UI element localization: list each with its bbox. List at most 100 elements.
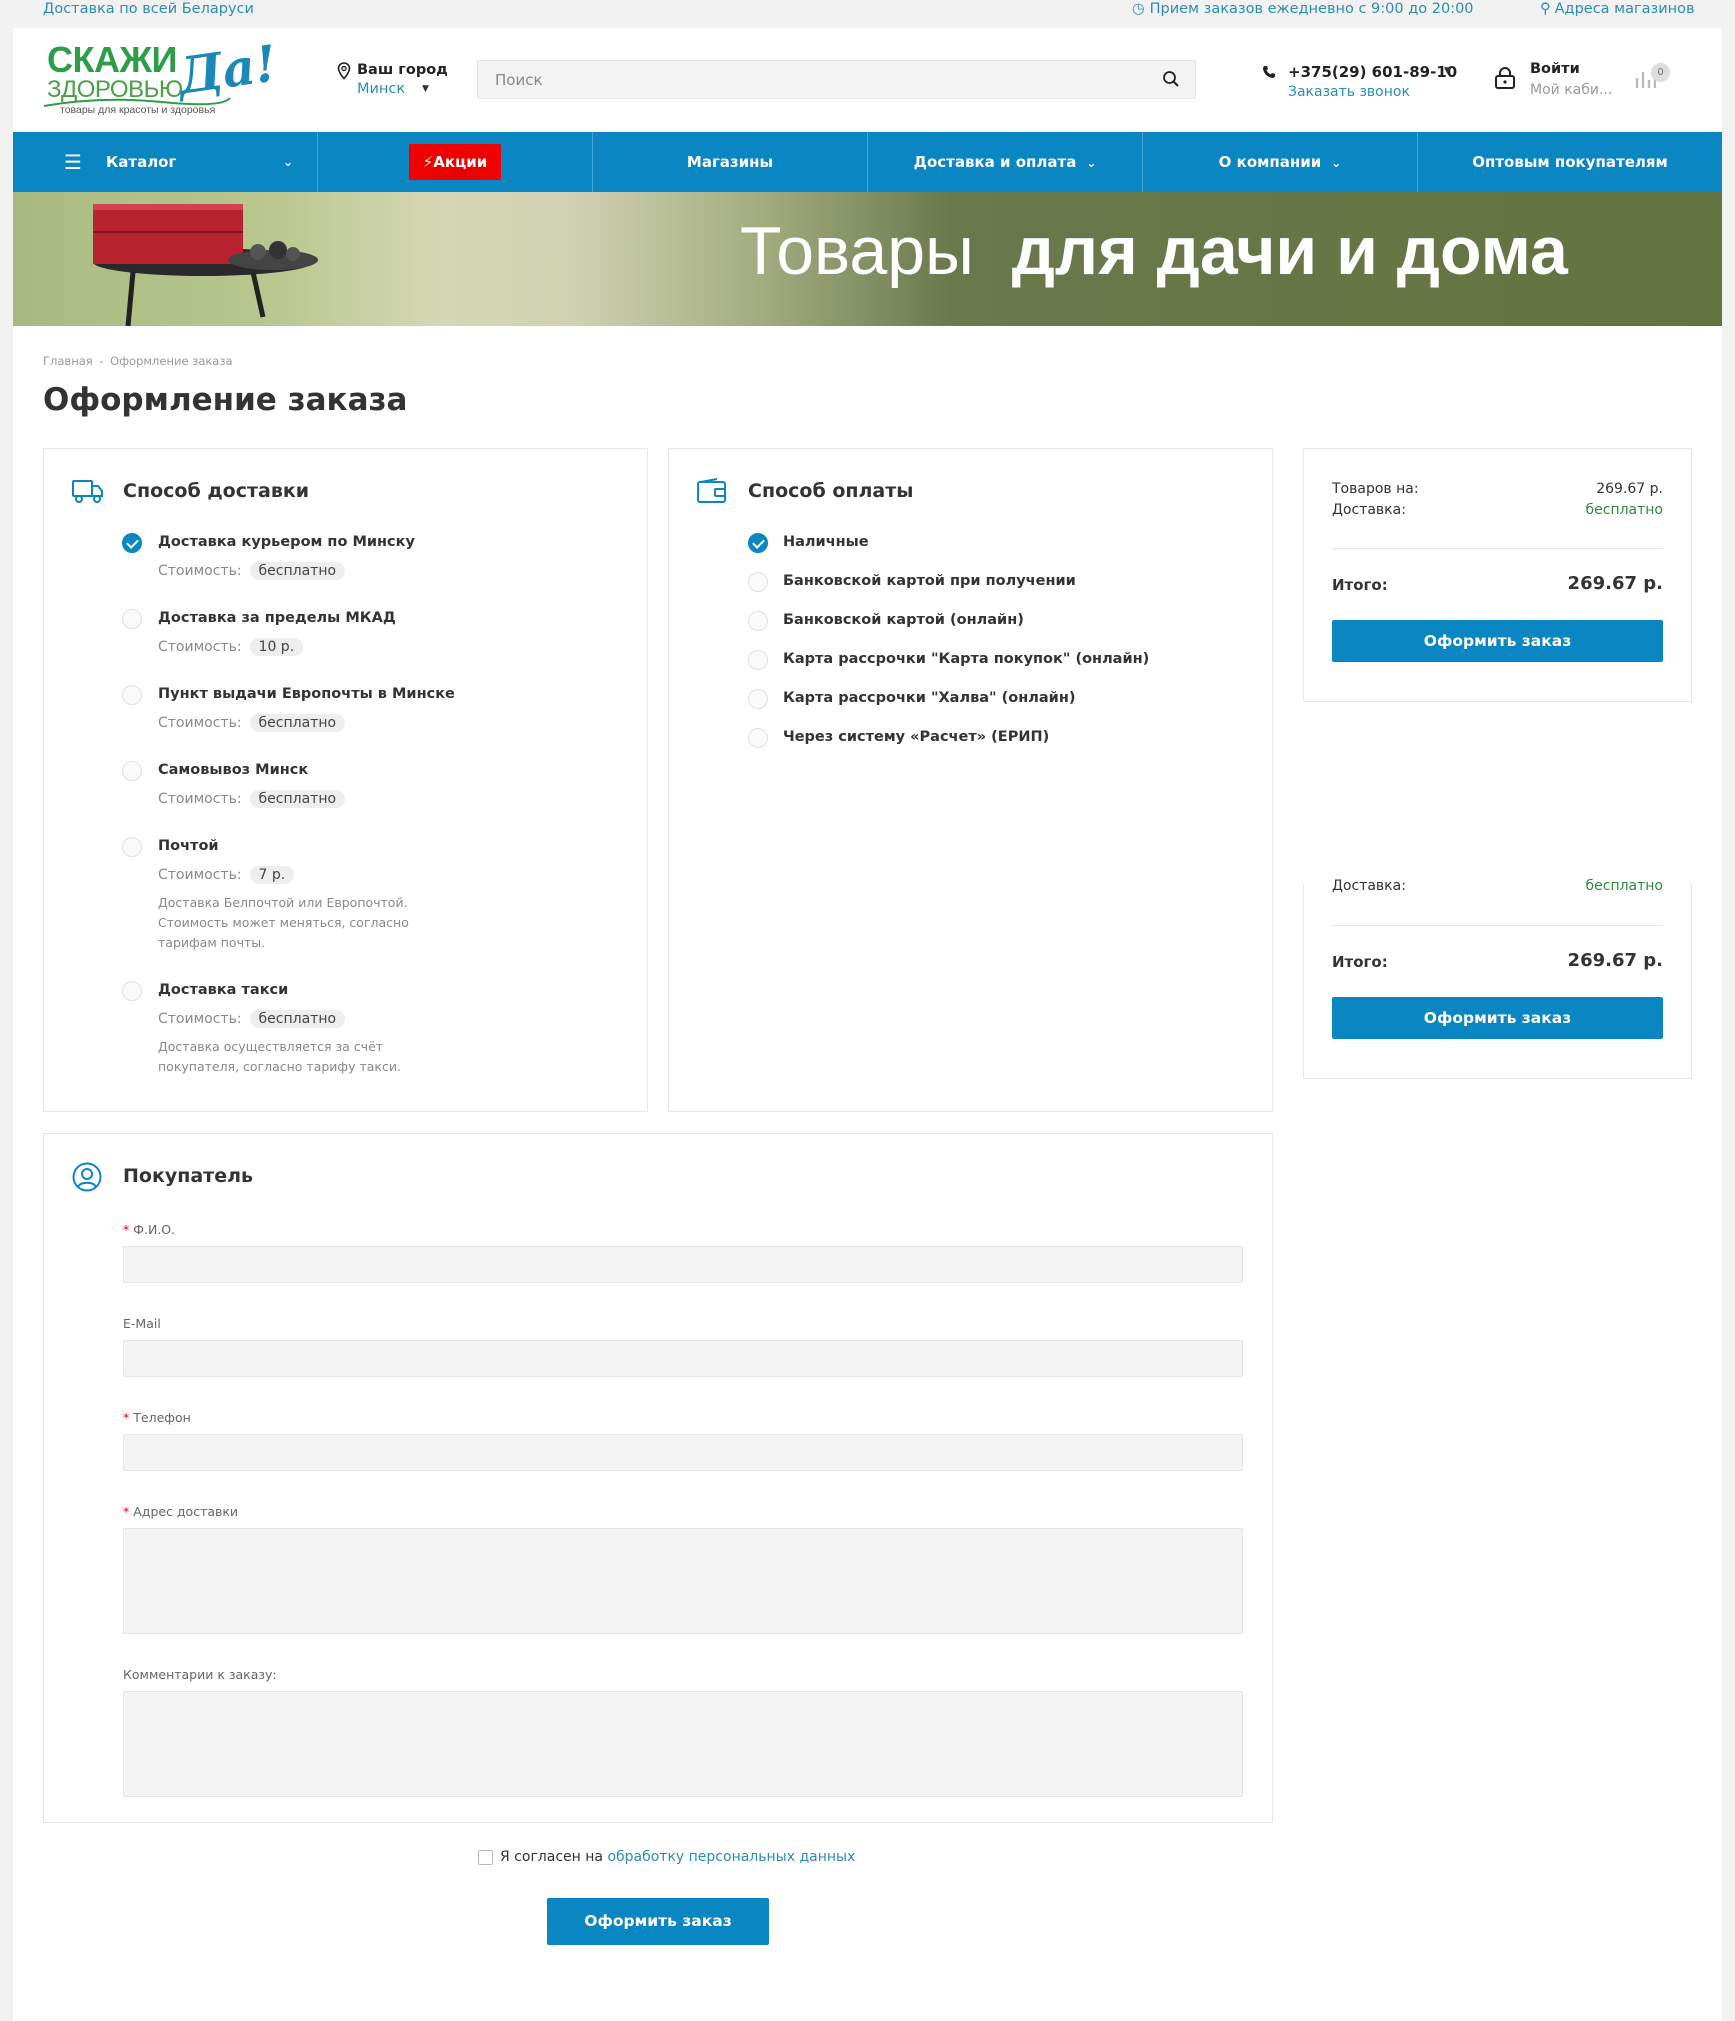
delivery-cost-badge: бесплатно xyxy=(249,714,346,732)
phone-field[interactable] xyxy=(123,1434,1243,1471)
delivery-cost-badge: бесплатно xyxy=(249,562,346,580)
delivery-radio[interactable] xyxy=(122,685,142,705)
location-pin-icon: ⚲ xyxy=(1540,1,1551,17)
location-pin-icon xyxy=(337,62,351,80)
submit-order-button[interactable]: Оформить заказ xyxy=(1332,620,1663,662)
payment-option-name[interactable]: Через систему «Расчет» (ЕРИП) xyxy=(783,729,1049,745)
payment-radio[interactable] xyxy=(748,572,768,592)
payment-title: Способ оплаты xyxy=(748,480,914,502)
email-field[interactable] xyxy=(123,1340,1243,1377)
order-summary-sticky-card xyxy=(1303,884,1692,1079)
payment-radio[interactable] xyxy=(748,728,768,748)
delivery-cost: Стоимость: бесплатно xyxy=(158,790,346,808)
payment-option-name[interactable]: Карта рассрочки "Карта покупок" (онлайн) xyxy=(783,651,1149,667)
total-value: 269.67 р. xyxy=(1567,950,1663,971)
menu-icon: ☰ xyxy=(64,150,82,174)
payment-radio[interactable] xyxy=(748,650,768,670)
stores-link[interactable]: ⚲ Адреса магазинов xyxy=(1540,1,1695,17)
fio-field[interactable] xyxy=(123,1246,1243,1283)
total-value: 269.67 р. xyxy=(1567,573,1663,594)
chevron-down-icon: ⌄ xyxy=(1331,156,1342,170)
breadcrumb: Главная - Оформление заказа xyxy=(43,354,233,368)
lock-icon[interactable] xyxy=(1494,67,1516,89)
delivery-cost: Стоимость: 10 р. xyxy=(158,638,304,656)
nav-wholesale[interactable]: Оптовым покупателям xyxy=(1418,132,1722,192)
hours-info: ◷ Прием заказов ежедневно с 9:00 до 20:00 xyxy=(1132,1,1474,17)
delivery-cost-value: бесплатно xyxy=(1585,502,1664,518)
fio-label: * Ф.И.О. xyxy=(123,1222,176,1237)
privacy-link[interactable]: обработку персональных данных xyxy=(607,1849,855,1865)
delivery-option-name[interactable]: Доставка такси xyxy=(158,982,288,998)
delivery-cost-badge: бесплатно xyxy=(249,790,346,808)
delivery-cost: Стоимость: бесплатно xyxy=(158,714,346,732)
breadcrumb-separator: - xyxy=(99,354,104,368)
nav-delivery[interactable]: Доставка и оплата ⌄ xyxy=(868,132,1143,192)
search-icon[interactable] xyxy=(1162,70,1180,88)
delivery-radio[interactable] xyxy=(122,609,142,629)
caret-down-icon: ▼ xyxy=(422,84,429,94)
address-field[interactable] xyxy=(123,1528,1243,1634)
total-label: Итого: xyxy=(1332,953,1388,971)
delivery-note: Доставка Белпочтой или Европочтой. Стоим… xyxy=(158,895,409,950)
breadcrumb-current: Оформление заказа xyxy=(110,354,233,368)
delivery-note: Доставка осуществляется за счёт покупате… xyxy=(158,1039,401,1074)
banner-title: Товары для дачи и дома xyxy=(740,213,1568,289)
main-nav: ☰ Каталог ⌄ ⚡Акции Магазины Доставка и о… xyxy=(13,132,1722,192)
delivery-cost-badge: 7 р. xyxy=(249,866,295,884)
breadcrumb-home[interactable]: Главная xyxy=(43,354,93,368)
chevron-down-icon: ⌄ xyxy=(1086,156,1097,170)
search-input[interactable] xyxy=(477,60,1196,99)
page-title: Оформление заказа xyxy=(43,382,408,418)
truck-icon xyxy=(72,480,103,503)
phone-number[interactable]: +375(29) 601-89-10 xyxy=(1288,63,1457,81)
payment-option-name[interactable]: Банковской картой при получении xyxy=(783,573,1076,589)
nav-about[interactable]: О компании ⌄ xyxy=(1143,132,1418,192)
compare-count-badge: 0 xyxy=(1651,63,1670,82)
delivery-cost: Стоимость: 7 р. xyxy=(158,866,295,884)
total-label: Итого: xyxy=(1332,576,1388,594)
login-link[interactable]: Войти xyxy=(1530,61,1580,77)
payment-radio[interactable] xyxy=(748,533,768,553)
delivery-radio[interactable] xyxy=(122,761,142,781)
search-placeholder: Поиск xyxy=(495,71,543,89)
payment-option-name[interactable]: Карта рассрочки "Халва" (онлайн) xyxy=(783,690,1075,706)
payment-option-name[interactable]: Наличные xyxy=(783,534,869,550)
clock-icon: ◷ xyxy=(1132,1,1145,17)
delivery-cost-label: Доставка: xyxy=(1332,878,1406,894)
delivery-option-name[interactable]: Доставка курьером по Минску xyxy=(158,534,415,550)
nav-catalog[interactable]: ☰ Каталог ⌄ xyxy=(13,132,318,192)
goods-value: 269.67 р. xyxy=(1596,481,1663,497)
payment-radio[interactable] xyxy=(748,611,768,631)
delivery-title: Способ доставки xyxy=(123,480,310,502)
submit-order-button[interactable]: Оформить заказ xyxy=(1332,997,1663,1039)
payment-radio[interactable] xyxy=(748,689,768,709)
nav-stores[interactable]: Магазины xyxy=(593,132,868,192)
delivery-option-name[interactable]: Пункт выдачи Европочты в Минске xyxy=(158,686,455,702)
address-label: * Адрес доставки xyxy=(123,1504,239,1519)
delivery-option-name[interactable]: Доставка за пределы МКАД xyxy=(158,610,396,626)
payment-option-name[interactable]: Банковской картой (онлайн) xyxy=(783,612,1024,628)
divider xyxy=(1332,925,1663,926)
nav-promo[interactable]: ⚡Акции xyxy=(318,132,593,192)
city-selector[interactable]: Минск xyxy=(357,81,405,97)
city-label: Ваш город xyxy=(357,62,448,78)
top-info-bar: Доставка по всей Беларуси ◷ Прием заказов… xyxy=(0,0,1735,22)
delivery-option-name[interactable]: Почтой xyxy=(158,838,219,854)
comment-label: Комментарии к заказу: xyxy=(123,1667,277,1682)
comment-field[interactable] xyxy=(123,1691,1243,1797)
consent-checkbox[interactable] xyxy=(478,1850,493,1865)
goods-label: Товаров на: xyxy=(1332,481,1419,497)
cabinet-link[interactable]: Мой каби... xyxy=(1530,82,1612,98)
delivery-cost: Стоимость: бесплатно xyxy=(158,1010,346,1028)
delivery-option-name[interactable]: Самовывоз Минск xyxy=(158,762,308,778)
delivery-radio[interactable] xyxy=(122,981,142,1001)
delivery-radio[interactable] xyxy=(122,533,142,553)
delivery-cost: Стоимость: бесплатно xyxy=(158,562,346,580)
submit-order-main-button[interactable]: Оформить заказ xyxy=(547,1898,769,1945)
chevron-down-icon: ⌄ xyxy=(283,155,294,169)
caret-down-icon[interactable]: ▼ xyxy=(1444,66,1451,76)
delivery-cost-badge: бесплатно xyxy=(249,1010,346,1028)
delivery-cost-value: бесплатно xyxy=(1585,878,1664,894)
delivery-radio[interactable] xyxy=(122,837,142,857)
callback-link[interactable]: Заказать звонок xyxy=(1288,84,1410,100)
